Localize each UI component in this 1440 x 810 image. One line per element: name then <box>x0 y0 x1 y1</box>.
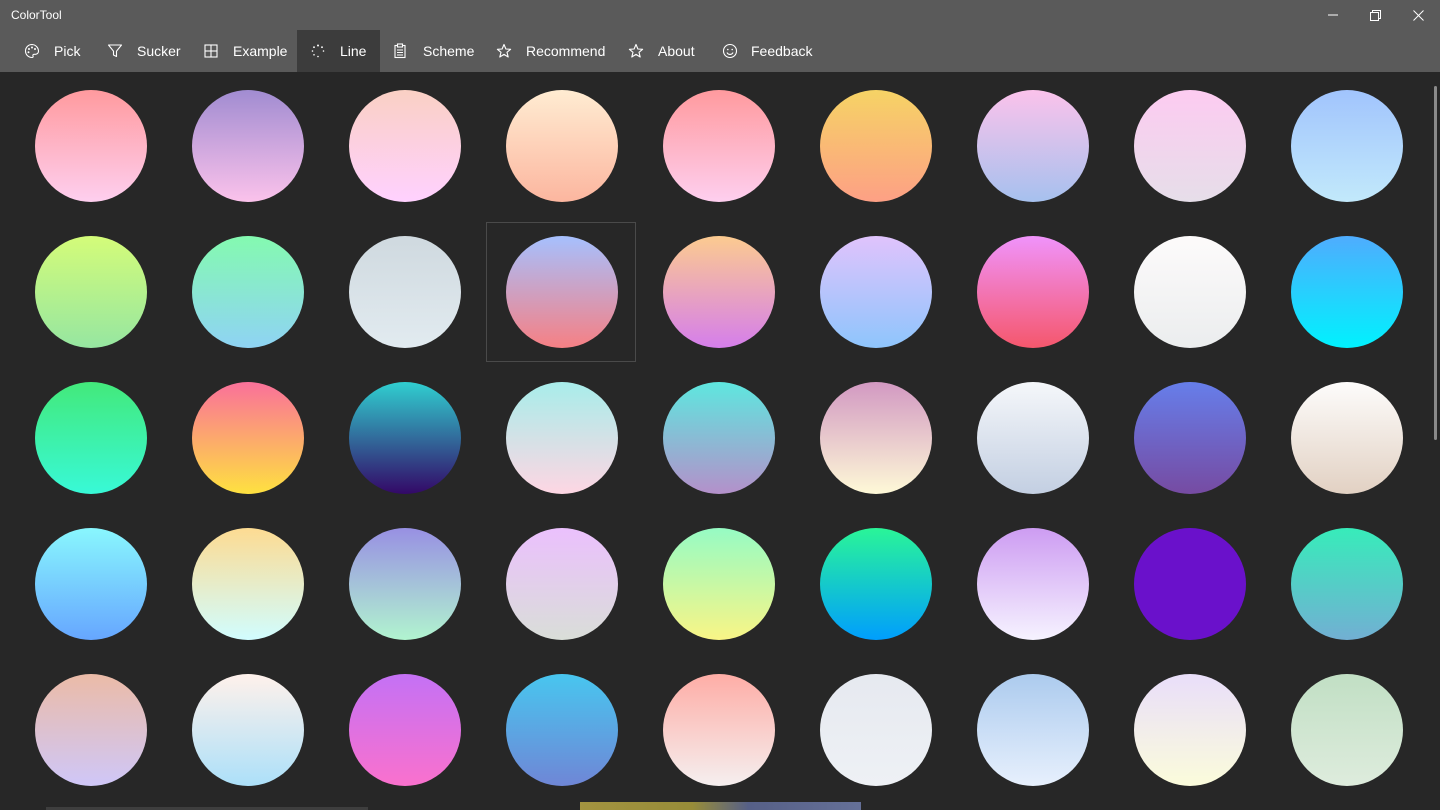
nav-label-scheme: Scheme <box>423 43 475 59</box>
gradient-swatch[interactable] <box>1291 382 1403 494</box>
nav-bar: Pick Sucker Example Line Scheme Recommen… <box>0 30 1440 72</box>
nav-label-feedback: Feedback <box>751 43 813 59</box>
gradient-swatch[interactable] <box>663 90 775 202</box>
gradient-swatch[interactable] <box>1134 90 1246 202</box>
close-icon <box>1412 9 1424 21</box>
gradient-swatch[interactable] <box>192 528 304 640</box>
gradient-swatch[interactable] <box>349 382 461 494</box>
gradient-swatch[interactable] <box>1291 90 1403 202</box>
gradient-swatch[interactable] <box>35 236 147 348</box>
gradient-swatch[interactable] <box>663 382 775 494</box>
nav-item-recommend[interactable]: Recommend <box>496 30 605 72</box>
nav-label-about: About <box>658 43 695 59</box>
gradient-swatch[interactable] <box>977 528 1089 640</box>
gradient-swatch[interactable] <box>820 236 932 348</box>
nav-label-line: Line <box>340 43 367 59</box>
gradient-swatch[interactable] <box>663 674 775 786</box>
gradient-swatch[interactable] <box>820 528 932 640</box>
gradient-swatch[interactable] <box>977 236 1089 348</box>
nav-item-about[interactable]: About <box>628 30 695 72</box>
gradient-swatch[interactable] <box>349 236 461 348</box>
star-icon <box>496 43 512 59</box>
gradient-swatch[interactable] <box>820 674 932 786</box>
gradient-grid <box>0 72 1440 810</box>
gradient-swatch[interactable] <box>506 382 618 494</box>
nav-item-pick[interactable]: Pick <box>24 30 80 72</box>
nav-item-feedback[interactable]: Feedback <box>722 30 812 72</box>
gradient-swatch[interactable] <box>1134 382 1246 494</box>
gradient-swatch[interactable] <box>977 674 1089 786</box>
app-title: ColorTool <box>11 8 62 22</box>
restore-button[interactable] <box>1354 0 1396 30</box>
minimize-icon <box>1328 14 1338 16</box>
gradient-swatch[interactable] <box>35 528 147 640</box>
gradient-swatch[interactable] <box>977 382 1089 494</box>
gradient-swatch[interactable] <box>506 528 618 640</box>
gradient-swatch[interactable] <box>1134 236 1246 348</box>
gradient-swatch[interactable] <box>977 90 1089 202</box>
nav-label-example: Example <box>233 43 288 59</box>
clipboard-icon <box>392 43 408 59</box>
gradient-swatch[interactable] <box>1291 674 1403 786</box>
gradient-swatch[interactable] <box>663 528 775 640</box>
gradient-swatch[interactable] <box>192 236 304 348</box>
gradient-swatch[interactable] <box>506 674 618 786</box>
gradient-swatch[interactable] <box>663 236 775 348</box>
close-button[interactable] <box>1397 0 1439 30</box>
grid-icon <box>203 43 219 59</box>
nav-item-sucker[interactable]: Sucker <box>107 30 181 72</box>
palette-icon <box>24 43 40 59</box>
gradient-swatch[interactable] <box>35 382 147 494</box>
gradient-swatch[interactable] <box>820 90 932 202</box>
gradient-swatch[interactable] <box>1291 236 1403 348</box>
gradient-swatch[interactable] <box>35 674 147 786</box>
filter-icon <box>107 43 123 59</box>
gradient-swatch[interactable] <box>349 90 461 202</box>
nav-item-scheme[interactable]: Scheme <box>392 30 474 72</box>
bottom-preview-strip <box>580 802 861 810</box>
gradient-swatch[interactable] <box>1291 528 1403 640</box>
gradient-swatch[interactable] <box>349 528 461 640</box>
nav-item-example[interactable]: Example <box>203 30 287 72</box>
gradient-swatch[interactable] <box>192 382 304 494</box>
gradient-swatch[interactable] <box>349 674 461 786</box>
gradient-swatch[interactable] <box>35 90 147 202</box>
nav-label-recommend: Recommend <box>526 43 606 59</box>
nav-label-pick: Pick <box>54 43 81 59</box>
vertical-scrollbar[interactable] <box>1434 86 1437 440</box>
gradient-swatch[interactable] <box>506 90 618 202</box>
star-outline-icon <box>628 43 644 59</box>
gradient-swatch[interactable] <box>1134 674 1246 786</box>
minimize-button[interactable] <box>1312 0 1354 30</box>
smiley-icon <box>722 43 738 59</box>
gradient-swatch[interactable] <box>1134 528 1246 640</box>
gradient-swatch[interactable] <box>192 674 304 786</box>
selection-highlight <box>486 222 636 362</box>
gradient-swatch[interactable] <box>192 90 304 202</box>
title-bar: ColorTool <box>0 0 1440 30</box>
gradient-swatch[interactable] <box>820 382 932 494</box>
nav-item-line[interactable]: Line <box>297 30 380 72</box>
nav-label-sucker: Sucker <box>137 43 181 59</box>
loading-dots-icon <box>310 43 326 59</box>
restore-icon <box>1369 9 1381 21</box>
